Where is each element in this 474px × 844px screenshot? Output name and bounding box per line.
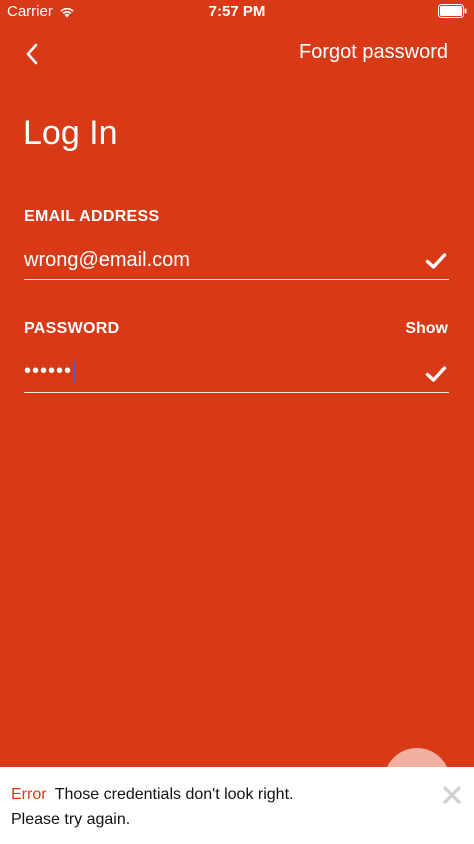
password-field[interactable]: •••••• [24, 360, 76, 383]
forgot-password-link[interactable]: Forgot password [299, 41, 448, 64]
text-caret [73, 360, 76, 383]
error-snackbar: Error Those credentials don't look right… [0, 767, 474, 844]
error-message-line2: Please try again. [11, 811, 131, 828]
error-message: Error Those credentials don't look right… [11, 782, 411, 832]
error-message-line1: Those credentials don't look right. [54, 786, 294, 803]
status-bar: Carrier 7:57 PM [0, 0, 474, 24]
email-field-row [24, 243, 449, 280]
show-password-button[interactable]: Show [405, 320, 448, 338]
login-screen: Carrier 7:57 PM Forgot password Log In E… [0, 0, 474, 844]
email-label: EMAIL ADDRESS [24, 208, 160, 225]
checkmark-icon [425, 366, 447, 382]
error-label: Error [11, 786, 47, 803]
password-label: PASSWORD [24, 320, 120, 337]
close-icon[interactable] [442, 785, 462, 805]
chevron-left-icon [26, 43, 38, 65]
password-masked-value: •••••• [24, 360, 73, 382]
email-field[interactable] [24, 243, 404, 277]
checkmark-icon [425, 253, 447, 269]
page-title: Log In [23, 114, 118, 152]
battery-icon [438, 4, 467, 18]
password-field-row: •••••• [24, 356, 449, 393]
back-button[interactable] [16, 38, 48, 70]
clock: 7:57 PM [208, 3, 266, 20]
